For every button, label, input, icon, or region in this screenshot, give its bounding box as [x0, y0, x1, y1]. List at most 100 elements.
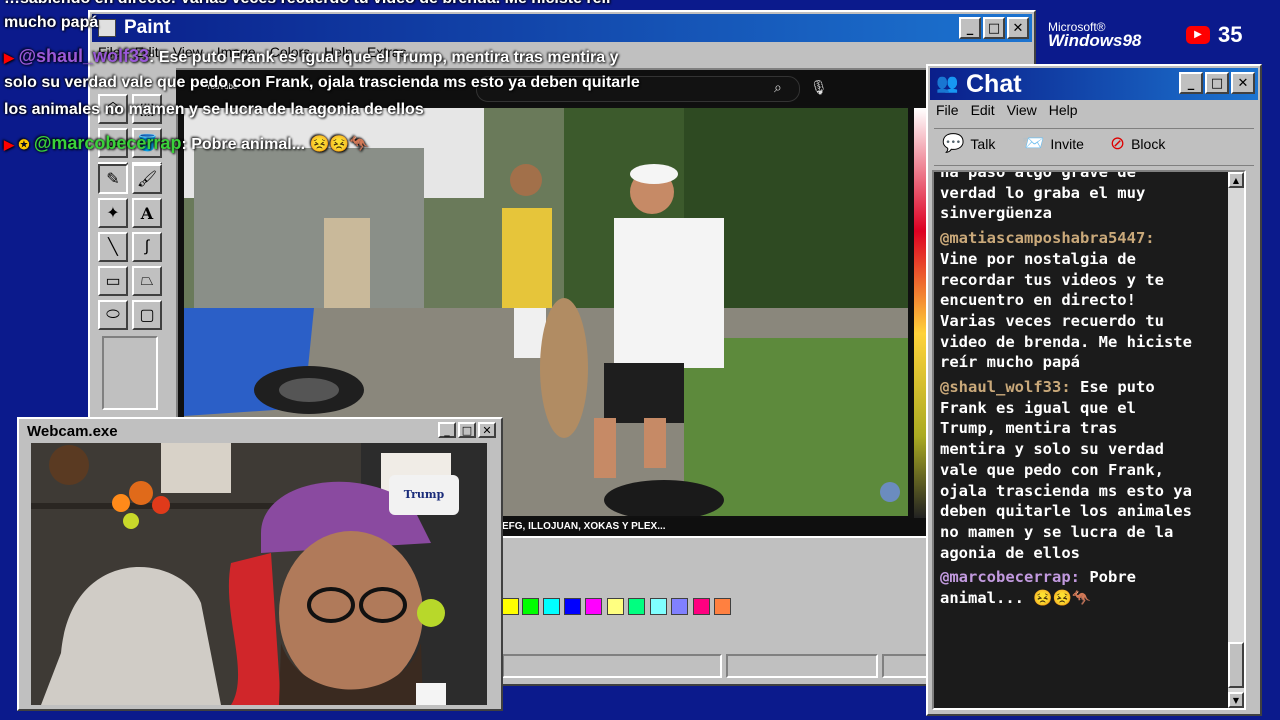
talk-label: Talk	[970, 135, 996, 152]
scroll-thumb[interactable]	[1228, 642, 1244, 688]
chat-message: @marcobecerrap: Pobre animal... 😣😣🦘	[940, 567, 1230, 608]
chat-close-button[interactable]: ✕	[1231, 72, 1255, 94]
color-swatch-green[interactable]	[522, 598, 539, 615]
viewer-count: 35	[1218, 22, 1243, 47]
pencil-tool[interactable]: ✎	[98, 164, 128, 194]
chat-menu-help[interactable]: Help	[1049, 102, 1078, 118]
chat-people-icon: 👥	[936, 73, 959, 93]
webcam-feed: Trump	[31, 443, 487, 705]
chat-line: Ese puto	[1080, 378, 1155, 397]
ellipse-tool[interactable]: ⬭	[98, 300, 128, 330]
chat-line: Trump, mentira tras	[940, 419, 1118, 438]
webcam-close-button[interactable]: ✕	[478, 422, 496, 438]
chat-menu-view[interactable]: View	[1007, 102, 1037, 118]
chat-line: reír mucho papá	[940, 353, 1080, 372]
invite-label: Invite	[1050, 135, 1084, 152]
rounded-rect-tool[interactable]: ▢	[132, 300, 162, 330]
color-swatch-orange[interactable]	[714, 598, 731, 615]
curve-tool[interactable]: ∫	[132, 232, 162, 262]
chat-partial-line-a: ha paso algo grave de	[940, 170, 1136, 181]
line-tool[interactable]: ╲	[98, 232, 128, 262]
scroll-up-button[interactable]: ▲	[1228, 172, 1244, 188]
color-swatch-spring-green[interactable]	[628, 598, 645, 615]
windows98-big-text: Windows98	[1048, 31, 1142, 50]
block-label: Block	[1131, 135, 1166, 152]
chat-line: vale que pedo con Frank,	[940, 460, 1164, 479]
chat-line: deben quitarle los animales	[940, 502, 1192, 521]
color-swatch-magenta[interactable]	[585, 598, 602, 615]
paint-titlebar[interactable]: Paint _ □ ✕	[92, 14, 1032, 42]
search-icon[interactable]: ⌕	[774, 79, 782, 96]
overlay-username-marco: @marcobecerrap	[33, 133, 182, 153]
block-icon: ⊘	[1110, 133, 1126, 153]
chat-log[interactable]: ha paso algo grave de verdad lo graba el…	[932, 170, 1246, 710]
youtube-icon: ▶	[1186, 26, 1210, 44]
airbrush-tool[interactable]: ✦	[98, 198, 128, 228]
rectangle-tool[interactable]: ▭	[98, 266, 128, 296]
chat-line: no mamen y se lucra de la	[940, 522, 1174, 541]
chat-message: @matiascamposhabra5447: Vine por nostalg…	[940, 228, 1230, 373]
chat-line: animal... 😣😣🦘	[940, 589, 1092, 608]
overlay-text-shaul-c: los animales no mamen y se lucra de la a…	[4, 101, 424, 118]
paint-app-icon	[98, 19, 116, 37]
overlay-line-1: mucho papá	[4, 14, 99, 31]
color-swatch-light-cyan[interactable]	[650, 598, 667, 615]
chat-line: mentira y solo su verdad	[940, 440, 1164, 459]
chat-line: encuentro en directo!	[940, 291, 1136, 310]
color-swatch-pink[interactable]	[693, 598, 710, 615]
color-swatch-blue[interactable]	[564, 598, 581, 615]
tool-options-box[interactable]	[102, 336, 158, 410]
chat-scrollbar[interactable]: ▲ ▼	[1228, 172, 1244, 708]
chat-line: ojala trascienda ms esto ya	[940, 481, 1192, 500]
webcam-minimize-button[interactable]: _	[438, 422, 456, 438]
overlay-message-marco: ▶ ✪ @marcobecerrap: Pobre animal... 😣😣🦘	[4, 133, 369, 154]
chat-line: Frank es igual que el	[940, 398, 1136, 417]
webcam-titlebar[interactable]: Webcam.exe _ □ ✕	[21, 421, 499, 441]
color-swatch-periwinkle[interactable]	[671, 598, 688, 615]
chat-menu-edit[interactable]: Edit	[971, 102, 995, 118]
chat-line: agonia de ellos	[940, 543, 1080, 562]
text-tool[interactable]: A	[132, 198, 162, 228]
paint-close-button[interactable]: ✕	[1007, 17, 1029, 39]
chat-window: 👥 Chat _ □ ✕ File Edit View Help 💬 Talk 📨…	[926, 64, 1262, 716]
microphone-icon[interactable]: 🎙	[810, 79, 828, 96]
chat-title: Chat	[966, 69, 1022, 98]
youtube-small-icon: ▶	[4, 137, 14, 152]
block-button[interactable]: ⊘ Block	[1110, 133, 1165, 154]
chat-username[interactable]: @shaul_wolf33:	[940, 378, 1071, 396]
chat-line: recordar tus videos y te	[940, 270, 1164, 289]
webcam-maximize-button[interactable]: □	[458, 422, 476, 438]
paint-status-pane-2	[726, 654, 878, 678]
chat-username[interactable]: @marcobecerrap:	[940, 568, 1080, 586]
video-avatar-badge	[880, 482, 900, 502]
overlay-text-marco: : Pobre animal... 😣😣🦘	[181, 136, 370, 153]
polygon-tool[interactable]: ⏢	[132, 266, 162, 296]
chat-titlebar[interactable]: 👥 Chat _ □ ✕	[930, 68, 1258, 100]
chat-partial-line-c: sinvergüenza	[940, 204, 1052, 223]
invite-button[interactable]: 📨 Invite	[1022, 133, 1084, 154]
overlay-line-0: …sabiendo en directo. Varias veces recue…	[4, 0, 612, 8]
chat-maximize-button[interactable]: □	[1205, 72, 1229, 94]
overlay-text-shaul-a: : Ese puto Frank es igual que el Trump, …	[149, 49, 619, 66]
chat-line: Pobre	[1089, 568, 1136, 587]
color-swatch-light-yellow[interactable]	[607, 598, 624, 615]
color-swatch-yellow[interactable]	[502, 598, 519, 615]
trump-label: Trump	[403, 488, 445, 501]
webcam-title: Webcam.exe	[27, 422, 118, 440]
color-swatch-cyan[interactable]	[543, 598, 560, 615]
talk-button[interactable]: 💬 Talk	[942, 133, 995, 154]
trump-paper-roll: Trump	[389, 475, 459, 515]
brush-tool[interactable]: 🖌	[132, 164, 162, 194]
chat-menu-file[interactable]: File	[936, 102, 959, 118]
chat-line: Vine por nostalgia de	[940, 249, 1136, 268]
chat-minimize-button[interactable]: _	[1179, 72, 1203, 94]
chat-partial-line-b: verdad lo graba el muy	[940, 183, 1146, 202]
chat-toolbar: 💬 Talk 📨 Invite ⊘ Block	[934, 128, 1254, 166]
right-thumbnail-strip	[914, 108, 926, 518]
scroll-down-button[interactable]: ▼	[1228, 692, 1244, 708]
chat-username[interactable]: @matiascamposhabra5447:	[940, 228, 1230, 249]
webcam-window: Webcam.exe _ □ ✕ Trump	[17, 417, 503, 711]
paint-minimize-button[interactable]: _	[959, 17, 981, 39]
chat-line: video de brenda. Me hiciste	[940, 332, 1192, 351]
paint-maximize-button[interactable]: □	[983, 17, 1005, 39]
